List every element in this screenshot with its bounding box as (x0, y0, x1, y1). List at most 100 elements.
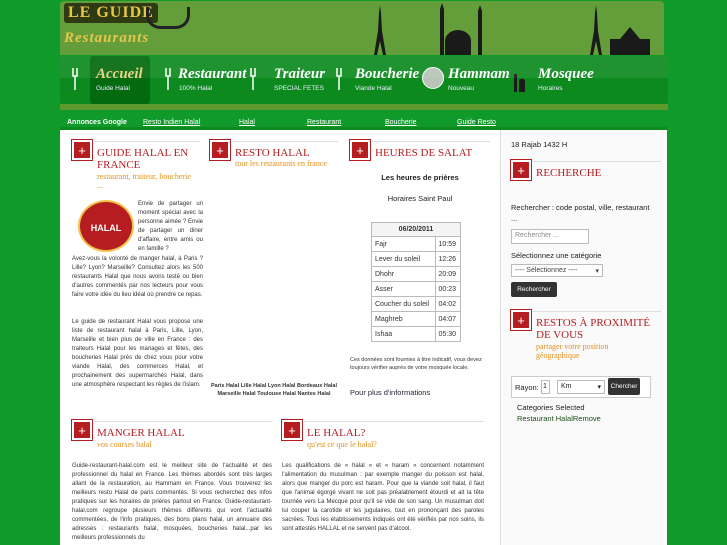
search-block: + RECHERCHE Rechercher : code postal, vi… (511, 160, 661, 300)
table-row: Maghreb 04:07 (371, 311, 461, 327)
halal-paragraph: Les qualifications de « halal » et « har… (282, 463, 484, 532)
nav-item-restaurant[interactable]: Restaurant 100% Halal (176, 56, 246, 104)
nav-title: Restaurant (178, 66, 247, 82)
nav-title: Boucherie (355, 66, 420, 82)
manger-halal-block: + MANGER HALAL vos courses halal Guide-r… (72, 420, 272, 545)
category-label: Sélectionnez une catégorie (511, 251, 602, 260)
block-title: GUIDE HALAL EN (97, 147, 189, 159)
nav-item-accueil[interactable]: Accueil Guide Halal (90, 56, 150, 104)
prayer-place: Horaires Saint Paul (387, 194, 453, 203)
site-header: LE GUIDE Restaurants (60, 1, 664, 55)
guide-halal-block: + GUIDE HALAL EN FRANCE restaurant, trai… (72, 140, 203, 410)
cutlery-icon (250, 68, 256, 90)
logo-subtitle: Restaurants (64, 30, 150, 46)
plus-icon: + (350, 140, 370, 160)
block-title: RESTOS À PROXIMITÉ (536, 317, 651, 329)
nav-title: Accueil (96, 66, 143, 82)
nav-title: Mosquee (538, 66, 594, 82)
nav-title: Hammam (448, 66, 510, 82)
block-title: MANGER HALAL (97, 427, 185, 439)
plus-icon: + (210, 140, 230, 160)
block-title: FRANCE (97, 159, 141, 171)
salat-block: + HEURES DE SALAT Les heures de prières … (350, 140, 490, 410)
chercher-button[interactable]: Chercher (608, 378, 640, 395)
block-subtitle: qu'est ce que le halal? (307, 440, 377, 449)
categories-selected: Categories Selected (517, 403, 585, 412)
search-label: Rechercher : code postal, ville, restaur… (511, 203, 650, 223)
table-row: Asser 00:23 (371, 281, 461, 297)
plus-icon: + (72, 420, 92, 440)
block-title: RECHERCHE (536, 167, 602, 179)
nav-item-mosquee[interactable]: Mosquee Horaires (536, 56, 596, 104)
nav-sub: Horaires (538, 85, 563, 92)
ad-link[interactable]: Restaurant (307, 119, 341, 126)
nav-sub: SPECIAL FETES (274, 85, 324, 92)
prayer-note: Ces données sont fournies à titre indica… (350, 357, 482, 371)
nav-title: Traiteur (274, 66, 326, 82)
table-row: Ishaa 05:30 (371, 326, 461, 342)
nav-sub: 100% Halal (179, 85, 213, 92)
guide-paragraph: Avez-vous la volonté de manger halal, à … (72, 256, 203, 298)
le-halal-block: + LE HALAL? qu'est ce que le halal? Les … (282, 420, 484, 545)
search-input[interactable]: Rechercher ... (511, 229, 589, 244)
nav-underbar (60, 104, 668, 110)
table-row: Lever du soleil 12:26 (371, 251, 461, 267)
category-remove-link[interactable]: Restaurant HalalRemove (517, 414, 601, 423)
nav-item-hammam[interactable]: Hammam Nouveau (446, 56, 510, 104)
guide-paragraph: Envie de partager un moment spécial avec… (138, 201, 203, 252)
manger-paragraph: Guide-restaurant-halal.com est le meille… (72, 463, 272, 541)
prayer-date: 06/20/2011 (371, 222, 461, 237)
ads-label: Annonces Google (67, 119, 127, 126)
prayer-table: 06/20/2011 Fajr 10:59 Lever du soleil 12:2… (371, 222, 461, 342)
plus-icon: + (511, 310, 531, 330)
halal-logo: HALAL (78, 200, 134, 252)
cutlery-icon (165, 68, 171, 90)
skyline-silhouette-icon (374, 3, 650, 55)
plus-icon: + (72, 140, 92, 160)
unit-select[interactable]: Km ▾ (557, 380, 605, 394)
block-title: HEURES DE SALAT (375, 147, 473, 159)
sidebar: 18 Rajab 1432 H + RECHERCHE Rechercher :… (500, 130, 667, 545)
cutlery-icon (72, 68, 78, 90)
more-info-link[interactable]: Pour plus d'informations (350, 388, 430, 397)
city-links[interactable]: Paris Halal Lille Halal Lyon Halal Borde… (210, 382, 338, 398)
category-select[interactable]: ---- Sélectionnez ---- ▾ (511, 264, 603, 277)
guide-paragraph: Le guide de restaurant Halal vous propos… (72, 319, 203, 388)
hammam-icon (422, 67, 444, 89)
prayer-heading: Les heures de prières (381, 173, 459, 182)
hat-icon (146, 7, 190, 29)
ad-link[interactable]: Resto Indien Halal (143, 119, 200, 126)
table-row: Coucher du soleil 04:02 (371, 296, 461, 312)
block-subtitle: restaurant, traiteur, boucherie ... (97, 172, 191, 190)
ad-link[interactable]: Boucherie (385, 119, 417, 126)
table-row: Fajr 10:59 (371, 236, 461, 252)
block-subtitle: partager votre position géographique (536, 342, 609, 360)
proximity-block: + RESTOS À PROXIMITÉ DE VOUS partager vo… (511, 310, 661, 430)
block-subtitle: vos courses halal (97, 440, 152, 449)
mosque-icon (514, 74, 525, 92)
hijri-date: 18 Rajab 1432 H (511, 140, 568, 149)
logo-title[interactable]: LE GUIDE (64, 3, 158, 23)
ad-link[interactable]: Guide Resto (457, 119, 496, 126)
ad-link[interactable]: Halal (239, 119, 255, 126)
cutlery-icon (336, 68, 342, 90)
chevron-down-icon: ▾ (595, 268, 599, 275)
plus-icon: + (282, 420, 302, 440)
plus-icon: + (511, 160, 531, 180)
block-title: DE VOUS (536, 329, 584, 341)
chevron-down-icon: ▾ (597, 384, 601, 391)
block-title: LE HALAL? (307, 427, 366, 439)
table-row: Dhohr 20:09 (371, 266, 461, 282)
radius-input[interactable]: 1 (541, 380, 550, 394)
nav-item-boucherie[interactable]: Boucherie Viande Halal (353, 56, 419, 104)
block-subtitle: tour les restaurants en france (235, 159, 327, 168)
nav-sub: Nouveau (448, 85, 475, 92)
nav-item-traiteur[interactable]: Traiteur SPECIAL FETES (272, 56, 332, 104)
nav-sub: Viande Halal (355, 85, 392, 92)
search-button[interactable]: Rechercher (511, 282, 557, 297)
block-title: RESTO HALAL (235, 147, 310, 159)
radius-label: Rayon: (515, 383, 539, 392)
resto-halal-block: + RESTO HALAL tour les restaurants en fr… (210, 140, 338, 410)
nav-sub: Guide Halal (96, 85, 130, 92)
content-area: + GUIDE HALAL EN FRANCE restaurant, trai… (60, 127, 667, 545)
